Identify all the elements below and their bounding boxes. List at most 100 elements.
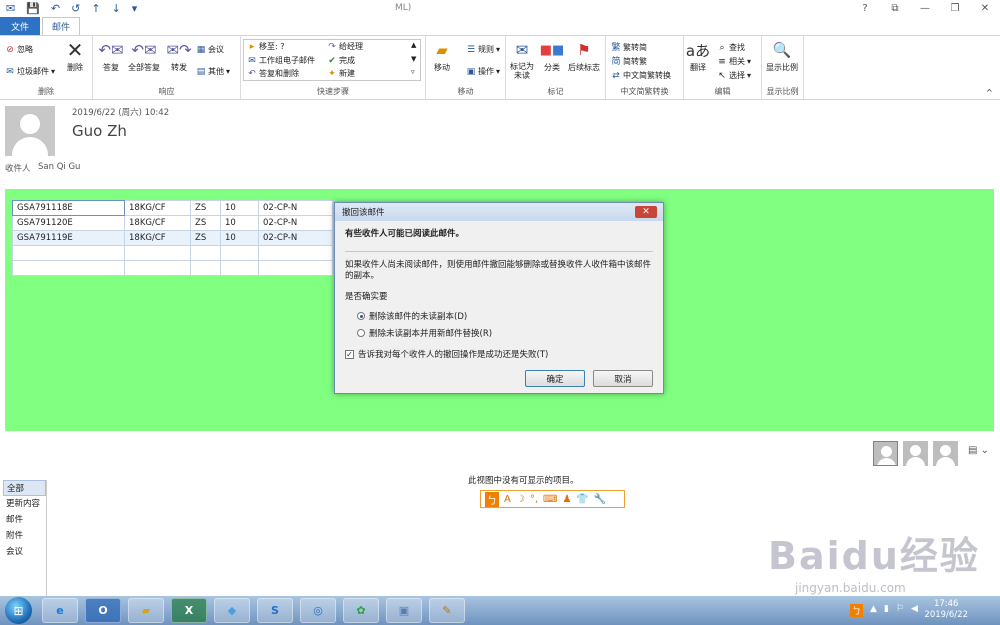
find-button[interactable]: ⌕ 查找	[717, 42, 745, 53]
app-icon[interactable]: ▣	[386, 598, 422, 623]
convert-button[interactable]: ⇄ 中文简繁转换	[611, 70, 671, 81]
zoom-group-label: 显示比例	[766, 87, 799, 96]
delete-button[interactable]: ✕ 删除	[65, 38, 85, 73]
forward-button[interactable]: ✉↷ 转发	[166, 40, 191, 73]
volume-icon[interactable]: ◀	[911, 604, 918, 617]
shirt-icon[interactable]: 👕	[576, 494, 588, 505]
ok-button[interactable]: 确定	[525, 370, 585, 387]
filter-updates[interactable]: 更新内容	[3, 496, 46, 512]
mark-unread-button[interactable]: ✉ 标记为未读	[510, 40, 534, 80]
quick-steps-scroll-down[interactable]: ▼	[411, 55, 416, 63]
rules-button[interactable]: ☰ 规则 ▾	[466, 44, 500, 55]
undo-icon[interactable]: ↶	[51, 2, 60, 15]
table-cell: 18KG/CF	[124, 230, 191, 246]
quick-step-done[interactable]: ✔ 完成	[327, 55, 355, 66]
up-arrow-icon[interactable]: ↑	[91, 2, 100, 15]
quick-step-reply-delete[interactable]: ↶ 答复和删除	[247, 68, 299, 79]
radio-replace[interactable]	[357, 329, 365, 337]
zoom-button[interactable]: 🔍 显示比例	[766, 40, 798, 73]
person-avatar[interactable]	[903, 441, 928, 466]
junk-button[interactable]: ✉ 垃圾邮件 ▾	[5, 66, 55, 77]
save-icon[interactable]: 💾	[26, 2, 40, 15]
ribbon-display-button[interactable]: ⧉	[880, 0, 910, 17]
tab-file[interactable]: 文件	[0, 17, 40, 35]
keyboard-icon[interactable]: ⌨	[543, 494, 557, 505]
paint-icon[interactable]: ✎	[429, 598, 465, 623]
app-icon[interactable]: ◆	[214, 598, 250, 623]
table-cell: 10	[220, 230, 259, 246]
clock[interactable]: 17:46 2019/6/22	[924, 599, 968, 621]
to-traditional-button[interactable]: 简简转繁	[611, 56, 647, 67]
tray-expand-icon[interactable]: ▲	[870, 604, 877, 617]
followup-button[interactable]: ⚑ 后续标志	[568, 40, 600, 73]
select-button[interactable]: ↖ 选择 ▾	[717, 70, 751, 81]
recipient-name: San Qi Gu	[38, 162, 81, 172]
outlook-icon[interactable]: O	[85, 598, 121, 623]
ie-icon[interactable]: e	[42, 598, 78, 623]
close-button[interactable]: ✕	[970, 0, 1000, 17]
move-button[interactable]: ▰ 移动	[432, 40, 452, 73]
filter-attachments[interactable]: 附件	[3, 528, 46, 544]
minimize-button[interactable]: —	[910, 0, 940, 17]
font-icon[interactable]: A	[504, 494, 511, 505]
flag-tray-icon[interactable]: ⚐	[896, 604, 904, 617]
cancel-button[interactable]: 取消	[593, 370, 653, 387]
sogou-icon[interactable]: S	[257, 598, 293, 623]
related-button[interactable]: ≡ 相关 ▾	[717, 56, 751, 67]
quick-steps-scroll-up[interactable]: ▲	[411, 41, 416, 49]
quick-step-team-email[interactable]: ✉ 工作组电子邮件	[247, 55, 315, 66]
option-replace[interactable]: 删除未读副本并用新邮件替换(R)	[357, 327, 653, 339]
moon-icon[interactable]: ☽	[516, 494, 525, 505]
ime-tray-icon[interactable]: ㄅ	[850, 604, 864, 617]
dialog-close-button[interactable]: ✕	[635, 206, 657, 218]
ignore-button[interactable]: ⊘ 忽略	[5, 44, 33, 55]
quick-step-move[interactable]: ▸ 移至: ?	[247, 41, 285, 52]
tab-mail[interactable]: 邮件	[42, 17, 80, 35]
tags-group-label: 标记	[547, 87, 564, 96]
quick-step-new[interactable]: ✦ 新建	[327, 68, 355, 79]
quick-steps-expand[interactable]: ▿	[411, 68, 415, 76]
excel-icon[interactable]: X	[171, 598, 207, 623]
meeting-button[interactable]: ▦ 会议	[196, 44, 224, 55]
envelope-icon[interactable]: ✉	[6, 2, 15, 15]
tools-icon[interactable]: 🔧	[594, 494, 606, 505]
notify-checkbox[interactable]: ✓	[345, 349, 354, 359]
help-button[interactable]: ?	[850, 0, 880, 17]
customize-icon[interactable]: ▾	[132, 2, 138, 15]
filter-all[interactable]: 全部	[3, 480, 46, 496]
message-date: 2019/6/22 (周六) 10:42	[72, 108, 170, 118]
to-simplified-button[interactable]: 繁繁转简	[611, 42, 647, 53]
collapse-ribbon-icon[interactable]: ^	[986, 88, 993, 97]
translate-button[interactable]: aあ 翻译	[686, 40, 710, 73]
option-notify[interactable]: ✓ 告诉我对每个收件人的撤回操作是成功还是失败(T)	[345, 348, 653, 360]
down-arrow-icon[interactable]: ↓	[112, 2, 121, 15]
ime-logo-icon[interactable]: ㄅ	[485, 491, 499, 507]
person-avatar[interactable]	[933, 441, 958, 466]
sender-name: Guo Zh	[72, 122, 127, 140]
wechat-icon[interactable]: ✿	[343, 598, 379, 623]
radio-delete-unread[interactable]	[357, 312, 365, 320]
option-delete-unread[interactable]: 删除该邮件的未读副本(D)	[357, 310, 653, 322]
explorer-icon[interactable]: ▰	[128, 598, 164, 623]
reply-button[interactable]: ↶✉ 答复	[98, 40, 123, 73]
categorize-button[interactable]: ■ ■ 分类	[540, 40, 565, 73]
browser-icon[interactable]: ◎	[300, 598, 336, 623]
move-group-label: 移动	[457, 87, 474, 96]
start-button[interactable]: ⊞	[5, 597, 32, 624]
person-icon[interactable]: ♟	[562, 494, 571, 505]
quick-step-to-manager[interactable]: ↷ 给经理	[327, 41, 363, 52]
punctuation-icon[interactable]: °,	[530, 494, 538, 505]
maximize-button[interactable]: ❐	[940, 0, 970, 17]
person-avatar[interactable]	[873, 441, 898, 466]
redo-icon[interactable]: ↺	[71, 2, 80, 15]
dialog-body: 有些收件人可能已阅读此邮件。 如果收件人尚未阅读邮件，则使用邮件撤回能够删除或替…	[345, 221, 653, 360]
title-bar: ✉ 💾 ↶ ↺ ↑ ↓ ▾ ML) ? ⧉ — ❐ ✕	[0, 0, 1000, 17]
table-cell: GSA791118E	[12, 200, 125, 216]
more-respond-button[interactable]: ▤ 其他 ▾	[196, 66, 230, 77]
filter-meetings[interactable]: 会议	[3, 544, 46, 560]
network-icon[interactable]: ▮	[884, 604, 889, 617]
people-pane-options-icon[interactable]: ▤ ⌄	[968, 445, 989, 456]
reply-all-button[interactable]: ↶✉ 全部答复	[128, 40, 160, 73]
actions-button[interactable]: ▣ 操作 ▾	[466, 66, 500, 77]
filter-mail[interactable]: 邮件	[3, 512, 46, 528]
